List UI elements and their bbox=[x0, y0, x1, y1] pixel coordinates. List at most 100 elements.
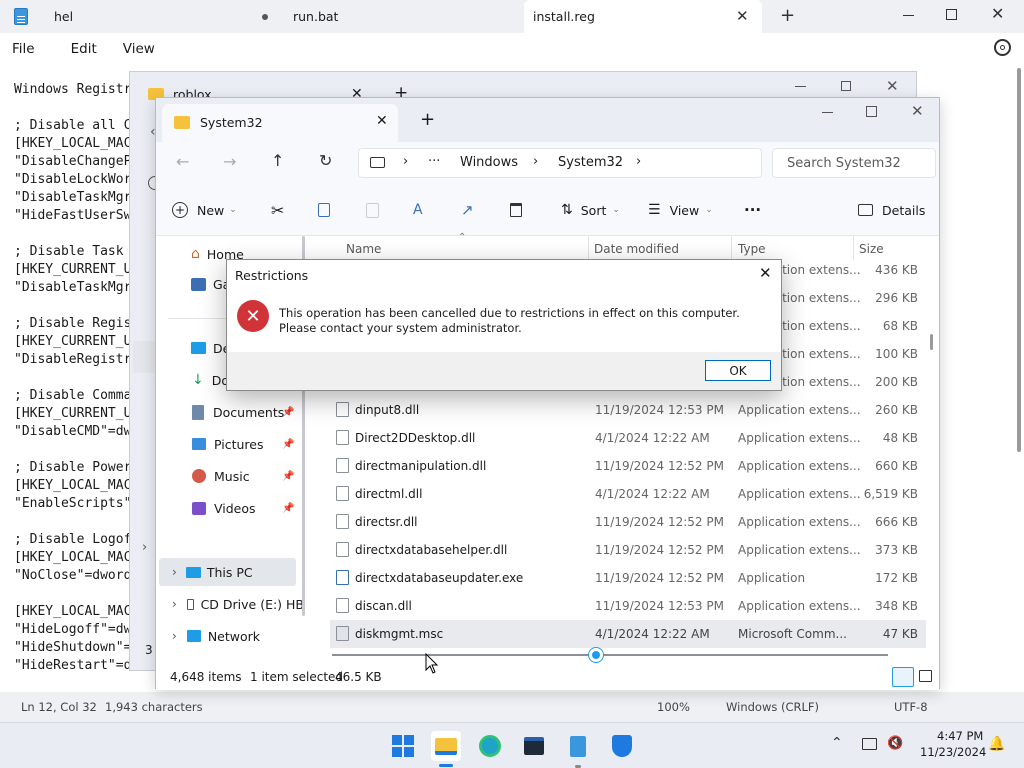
nav-item-music[interactable]: Music 📌 bbox=[156, 462, 304, 490]
notification-bell-icon[interactable]: 🔔 bbox=[988, 736, 1005, 752]
details-button[interactable]: Details bbox=[858, 196, 925, 224]
edge-icon bbox=[479, 735, 501, 757]
clock-date[interactable]: 11/23/2024 bbox=[920, 745, 986, 759]
new-tab-icon[interactable]: + bbox=[780, 5, 795, 26]
chevron-right-icon[interactable]: › bbox=[403, 154, 408, 169]
close-tab-icon[interactable]: ✕ bbox=[376, 113, 388, 129]
new-tab-icon[interactable]: + bbox=[420, 109, 435, 130]
chevron-right-icon[interactable]: › bbox=[636, 154, 641, 169]
tab-system32[interactable]: System32 ✕ bbox=[162, 104, 398, 142]
minimize-icon[interactable] bbox=[903, 15, 914, 16]
table-row[interactable]: directsr.dll 11/19/2024 12:52 PM Applicati… bbox=[330, 508, 926, 536]
back-arrow-icon[interactable]: ← bbox=[176, 152, 189, 171]
nav-item-videos[interactable]: Videos 📌 bbox=[156, 494, 304, 522]
chevron-right-icon[interactable]: › bbox=[533, 154, 538, 169]
expand-chevron-icon[interactable]: › bbox=[172, 565, 177, 579]
taskbar-file-explorer[interactable] bbox=[431, 731, 461, 761]
taskbar-security[interactable] bbox=[607, 731, 637, 761]
dialog-close-icon[interactable]: ✕ bbox=[759, 264, 772, 282]
column-header-size[interactable]: Size bbox=[859, 242, 884, 256]
table-row[interactable]: directmanipulation.dll 11/19/2024 12:52 P… bbox=[330, 452, 926, 480]
refresh-icon[interactable]: ↻ bbox=[319, 151, 332, 170]
pin-icon[interactable]: 📌 bbox=[282, 471, 294, 482]
share-icon[interactable]: ↗ bbox=[461, 196, 474, 224]
details-view-icon[interactable] bbox=[892, 667, 914, 687]
column-header-date[interactable]: Date modified bbox=[594, 242, 679, 256]
nav-item-network[interactable]: › Network bbox=[156, 622, 304, 650]
forward-arrow-icon[interactable]: → bbox=[223, 152, 236, 171]
up-arrow-icon[interactable]: ↑ bbox=[271, 151, 284, 170]
sort-button[interactable]: ⇅ Sort ⌄ bbox=[561, 196, 620, 224]
tab-install-reg[interactable]: install.reg ✕ bbox=[524, 0, 762, 33]
new-button[interactable]: + New ⌄ bbox=[172, 196, 237, 224]
table-row[interactable]: directxdatabaseupdater.exe 11/19/2024 12:… bbox=[330, 564, 926, 592]
menu-view[interactable]: View bbox=[109, 41, 167, 57]
cut-icon[interactable]: ✂ bbox=[271, 196, 284, 224]
nav-item-documents[interactable]: Documents 📌 bbox=[156, 398, 304, 426]
file-type: Microsoft Comm... bbox=[738, 627, 847, 641]
clock-time[interactable]: 4:47 PM bbox=[937, 729, 983, 743]
pin-icon[interactable]: 📌 bbox=[282, 439, 294, 450]
tiles-view-icon[interactable] bbox=[919, 670, 932, 682]
maximize-icon[interactable] bbox=[866, 106, 877, 117]
pin-icon[interactable]: 📌 bbox=[282, 503, 294, 514]
taskbar-edge[interactable] bbox=[475, 731, 505, 761]
horizontal-scrollbar[interactable] bbox=[332, 654, 888, 656]
ok-button[interactable]: OK bbox=[705, 360, 771, 381]
table-row-selected[interactable]: diskmgmt.msc 4/1/2024 12:22 AM Microsoft C… bbox=[330, 620, 926, 648]
breadcrumb-system32[interactable]: System32 bbox=[558, 155, 623, 170]
shield-icon bbox=[612, 735, 632, 757]
close-icon[interactable]: ✕ bbox=[991, 4, 1004, 23]
table-row[interactable]: dinput8.dll 11/19/2024 12:53 PM Applicatio… bbox=[330, 396, 926, 424]
menu-edit[interactable]: Edit bbox=[47, 41, 109, 57]
expand-chevron-icon[interactable]: › bbox=[172, 597, 177, 611]
file-explorer-window[interactable]: System32 ✕ + ✕ ← → ↑ ↻ › ··· Windows › S… bbox=[142, 97, 940, 690]
close-tab-icon[interactable]: ✕ bbox=[736, 7, 749, 25]
delete-icon[interactable] bbox=[510, 196, 522, 224]
nav-item-pictures[interactable]: Pictures 📌 bbox=[156, 430, 304, 458]
volume-muted-icon[interactable]: 🔇 bbox=[887, 736, 903, 751]
pin-icon[interactable]: 📌 bbox=[282, 407, 294, 418]
paste-icon[interactable] bbox=[366, 196, 379, 224]
chevron-up-icon[interactable]: ⌃ bbox=[831, 735, 843, 751]
start-button[interactable] bbox=[388, 731, 418, 761]
expand-chevron-icon[interactable]: › bbox=[142, 540, 147, 555]
close-icon[interactable]: ✕ bbox=[911, 102, 924, 120]
taskbar-store[interactable] bbox=[519, 731, 549, 761]
column-header-type[interactable]: Type bbox=[738, 242, 766, 256]
copy-icon[interactable] bbox=[318, 196, 330, 224]
minimize-icon[interactable] bbox=[822, 112, 833, 113]
editor-scrollbar[interactable] bbox=[1017, 68, 1021, 452]
menu-file[interactable]: File bbox=[0, 41, 47, 57]
search-input[interactable]: Search System32 bbox=[772, 148, 936, 178]
table-row[interactable]: Direct2DDesktop.dll 4/1/2024 12:22 AM Appl… bbox=[330, 424, 926, 452]
column-header-name[interactable]: Name bbox=[346, 242, 381, 256]
vertical-scrollbar[interactable] bbox=[930, 334, 933, 350]
maximize-icon[interactable] bbox=[946, 9, 957, 20]
network-status-icon[interactable] bbox=[862, 738, 877, 750]
taskbar-notepad[interactable] bbox=[563, 731, 593, 761]
close-icon[interactable]: ✕ bbox=[886, 77, 899, 95]
settings-gear-icon[interactable] bbox=[994, 39, 1011, 56]
more-locations[interactable]: ··· bbox=[428, 154, 440, 169]
unsaved-dot-icon[interactable] bbox=[262, 14, 268, 20]
nav-item-this-pc[interactable]: › This PC bbox=[159, 558, 296, 586]
address-bar[interactable]: › ··· Windows › System32 › bbox=[358, 148, 762, 178]
more-options-button[interactable]: ··· bbox=[744, 196, 761, 224]
tab-hel[interactable]: hel bbox=[46, 0, 276, 33]
breadcrumb-windows[interactable]: Windows bbox=[460, 155, 518, 170]
expand-chevron-icon[interactable]: › bbox=[172, 629, 177, 643]
minimize-icon[interactable] bbox=[795, 86, 806, 87]
file-size: 436 KB bbox=[875, 263, 918, 277]
file-name: diskmgmt.msc bbox=[355, 627, 444, 641]
nav-item-cd-drive[interactable]: › CD Drive (E:) HB bbox=[156, 590, 304, 618]
tab-run-bat[interactable]: run.bat bbox=[285, 0, 515, 33]
rename-icon[interactable]: A bbox=[413, 196, 423, 224]
table-row[interactable]: directml.dll 4/1/2024 12:22 AM Application… bbox=[330, 480, 926, 508]
table-row[interactable]: directxdatabasehelper.dll 11/19/2024 12:5… bbox=[330, 536, 926, 564]
view-button[interactable]: ☰ View ⌄ bbox=[648, 196, 713, 224]
maximize-icon[interactable] bbox=[841, 81, 851, 91]
restrictions-dialog[interactable]: Restrictions ✕ ✕ This operation has been… bbox=[226, 259, 782, 391]
table-row[interactable]: discan.dll 11/19/2024 12:53 PM Application… bbox=[330, 592, 926, 620]
scroll-thumb[interactable] bbox=[589, 648, 603, 662]
